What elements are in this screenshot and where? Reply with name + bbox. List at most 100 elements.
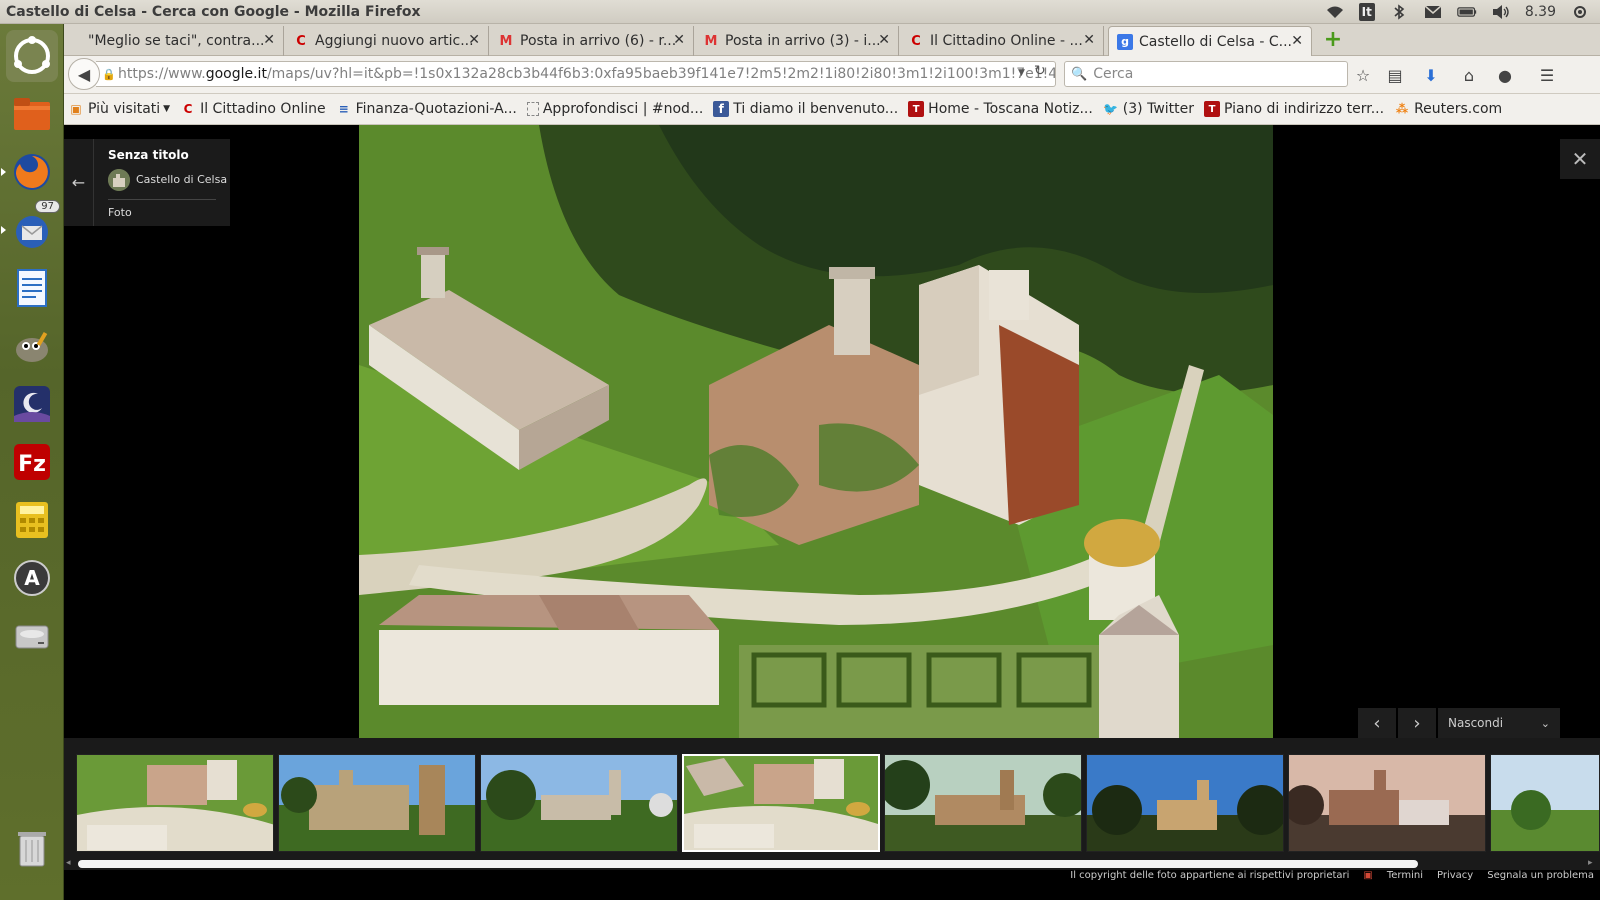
filezilla-icon: Fz	[14, 444, 50, 480]
previous-photo-button[interactable]: ‹	[1358, 708, 1396, 738]
new-tab-button[interactable]: +	[1322, 27, 1344, 52]
search-bar[interactable]: 🔍 Cerca	[1064, 61, 1348, 87]
bookmark-star-icon[interactable]: ☆	[1352, 64, 1374, 86]
tab-il-cittadino-online[interactable]: C Il Cittadino Online - ... ✕	[900, 26, 1104, 56]
thumbnail-1[interactable]	[76, 754, 274, 852]
calculator-launcher-button[interactable]	[6, 494, 58, 546]
wifi-icon[interactable]	[1325, 4, 1345, 20]
thunderbird-launcher-button[interactable]: 97	[1, 200, 60, 256]
scroll-left-arrow-icon[interactable]: ◂	[66, 858, 71, 868]
viewer-controls: ‹ › Nascondi ⌄	[1358, 708, 1560, 738]
close-icon[interactable]: ✕	[1083, 32, 1095, 48]
close-icon[interactable]: ✕	[673, 32, 685, 48]
back-to-results-button[interactable]: ←	[64, 139, 94, 226]
reload-icon[interactable]: ↻	[1034, 63, 1046, 79]
back-button[interactable]: ◀	[68, 58, 100, 90]
bookmark-piu-visitati[interactable]: ▣ Più visitati ▼	[68, 101, 170, 117]
tab-aggiungi-articolo[interactable]: C Aggiungi nuovo artic... ✕	[285, 26, 489, 56]
footer-link-termini[interactable]: Termini	[1387, 870, 1423, 881]
reuters-icon: ⁂	[1395, 102, 1409, 116]
tab-label: Posta in arrivo (6) - r...	[520, 33, 677, 49]
google-plus-icon[interactable]: ▣	[1363, 870, 1372, 881]
chat-icon[interactable]: ●	[1494, 64, 1516, 86]
scrollbar-thumb[interactable]	[78, 860, 1418, 868]
url-bar[interactable]: 🔒 https://www. google.it/maps/uv?hl=it&pb…	[96, 61, 1056, 87]
ubuntu-logo-icon	[14, 36, 50, 74]
tab-label: Aggiungi nuovo artic...	[315, 33, 474, 49]
place-name-link[interactable]: Castello di Celsa	[136, 173, 227, 186]
bookmark-toscana-notizie[interactable]: T Home - Toscana Notiz...	[908, 101, 1093, 117]
keyboard-layout-indicator[interactable]: It	[1358, 3, 1375, 21]
thumbnail-5[interactable]	[884, 754, 1082, 852]
reading-list-icon[interactable]: ▤	[1384, 64, 1406, 86]
filmstrip-scrollbar[interactable]: ◂ ▸	[64, 858, 1600, 870]
software-updater-launcher-button[interactable]: A	[6, 552, 58, 604]
mail-icon[interactable]	[1423, 4, 1443, 20]
thumbnail-4-selected[interactable]	[682, 754, 880, 852]
place-avatar[interactable]	[108, 169, 130, 191]
photos-section-label[interactable]: Foto	[108, 206, 132, 219]
url-host: google.it	[205, 66, 267, 82]
thumbnail-filmstrip	[64, 738, 1600, 858]
close-icon: ✕	[1571, 147, 1589, 171]
arrow-left-icon: ←	[71, 173, 86, 192]
bookmark-finanza[interactable]: ≡ Finanza-Quotazioni-A...	[336, 101, 517, 117]
thumbnail-8[interactable]	[1490, 754, 1600, 852]
menu-icon[interactable]: ☰	[1536, 64, 1558, 86]
cittadino-favicon-icon: C	[296, 33, 306, 49]
clock[interactable]: 8.39	[1525, 4, 1556, 20]
files-launcher-button[interactable]	[6, 88, 58, 140]
hide-filmstrip-button[interactable]: Nascondi ⌄	[1438, 708, 1560, 738]
writer-launcher-button[interactable]	[6, 262, 58, 314]
close-icon[interactable]: ✕	[878, 32, 890, 48]
ubuntu-dash-button[interactable]	[6, 30, 58, 82]
footer-link-privacy[interactable]: Privacy	[1437, 870, 1473, 881]
tab-posta-in-arrivo-3[interactable]: M Posta in arrivo (3) - i... ✕	[695, 26, 899, 56]
next-photo-button[interactable]: ›	[1398, 708, 1436, 738]
url-path: /maps/uv?hl=it&pb=!1s0x132a28cb3b44f6b3:…	[266, 66, 1056, 82]
battery-icon[interactable]	[1457, 4, 1477, 20]
tab-posta-in-arrivo-6[interactable]: M Posta in arrivo (6) - r... ✕	[490, 26, 694, 56]
download-icon[interactable]: ⬇	[1420, 64, 1442, 86]
close-viewer-button[interactable]: ✕	[1560, 139, 1600, 179]
footer-link-segnala-problema[interactable]: Segnala un problema	[1487, 870, 1594, 881]
tab-castello-di-celsa[interactable]: g Castello di Celsa - C... ✕	[1108, 26, 1312, 56]
stellarium-launcher-button[interactable]	[6, 378, 58, 430]
bookmark-label: Ti diamo il benvenuto...	[733, 101, 899, 117]
bookmark-reuters[interactable]: ⁂ Reuters.com	[1394, 101, 1502, 117]
bookmark-facebook[interactable]: f Ti diamo il benvenuto...	[713, 101, 898, 117]
folder-icon	[14, 98, 50, 130]
gimp-launcher-button[interactable]	[6, 320, 58, 372]
tab-meglio-se-taci[interactable]: "Meglio se taci", contra... ✕	[80, 26, 284, 56]
thumbnail-3[interactable]	[480, 754, 678, 852]
bookmark-label: Il Cittadino Online	[200, 101, 326, 117]
home-icon[interactable]: ⌂	[1458, 64, 1480, 86]
bookmark-approfondisci[interactable]: Approfondisci | #nod...	[526, 101, 704, 117]
close-icon[interactable]: ✕	[468, 32, 480, 48]
close-icon[interactable]: ✕	[263, 32, 275, 48]
bookmark-piano-indirizzo[interactable]: T Piano di indirizzo terr...	[1204, 101, 1384, 117]
bookmark-twitter[interactable]: 🐦 (3) Twitter	[1103, 101, 1194, 117]
bluetooth-icon[interactable]	[1389, 4, 1409, 20]
facebook-icon: f	[713, 101, 730, 117]
thumbnail-7[interactable]	[1288, 754, 1486, 852]
trash-launcher-button[interactable]	[6, 822, 58, 874]
bookmark-il-cittadino-online[interactable]: C Il Cittadino Online	[180, 101, 326, 117]
firefox-icon	[14, 154, 50, 190]
disk-drive-launcher-button[interactable]	[6, 610, 58, 662]
volume-icon[interactable]	[1491, 4, 1511, 20]
power-gear-icon[interactable]	[1570, 4, 1590, 20]
tab-label: Castello di Celsa - C...	[1139, 33, 1293, 50]
lock-icon[interactable]: 🔒	[102, 68, 116, 81]
thumbnail-2[interactable]	[278, 754, 476, 852]
scroll-right-arrow-icon[interactable]: ▸	[1588, 858, 1593, 868]
url-history-dropdown-icon[interactable]: ▼	[1018, 68, 1025, 78]
firefox-launcher-button[interactable]	[1, 146, 58, 198]
close-icon[interactable]: ✕	[1291, 33, 1303, 49]
main-castle-photo[interactable]	[359, 125, 1273, 738]
night-sky-icon	[14, 386, 50, 422]
bookmark-label: Approfondisci | #nod...	[542, 101, 704, 117]
filezilla-launcher-button[interactable]: Fz	[6, 436, 58, 488]
plus-icon: +	[1323, 27, 1343, 52]
thumbnail-6[interactable]	[1086, 754, 1284, 852]
